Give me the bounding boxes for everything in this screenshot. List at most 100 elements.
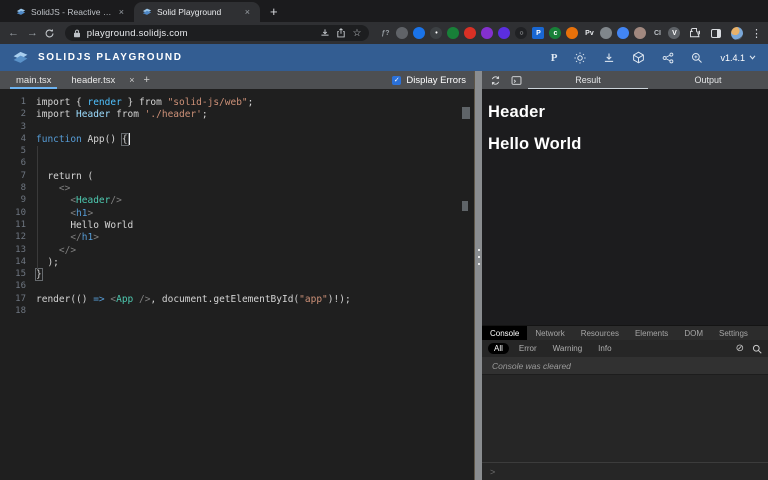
console-filterbar: All Error WarningInfo ⊘ (482, 340, 768, 357)
extension-icon[interactable] (413, 27, 425, 39)
code-line: 8 <> (0, 183, 474, 195)
tab-result[interactable]: Result (528, 71, 648, 89)
code-line: 4function App() { (0, 134, 474, 146)
new-tab-button[interactable]: + (270, 4, 278, 19)
console-tab-elements[interactable]: Elements (627, 326, 676, 340)
extension-icon[interactable] (634, 27, 646, 39)
console-tab-dom[interactable]: DOM (676, 326, 711, 340)
console-filter-warning[interactable]: Warning (547, 343, 589, 354)
extension-icon[interactable] (481, 27, 493, 39)
rendered-heading: Hello World (488, 122, 768, 154)
code-line: 14 ); (0, 257, 474, 269)
extension-icon[interactable]: • (430, 27, 442, 39)
line-number: 18 (0, 306, 26, 318)
line-number: 16 (0, 281, 26, 293)
version-selector[interactable]: v1.4.1 (720, 53, 756, 63)
line-number: 13 (0, 245, 26, 257)
console-input[interactable]: > (482, 462, 768, 480)
install-app-icon[interactable] (320, 28, 330, 38)
display-errors-toggle[interactable]: ✓ Display Errors (392, 75, 474, 86)
console-filter-error[interactable]: Error (513, 343, 543, 354)
close-icon[interactable]: × (117, 7, 126, 18)
code-line: 16 (0, 281, 474, 293)
code-line: 3 (0, 122, 474, 134)
download-icon[interactable] (603, 52, 615, 64)
code-line: 11 Hello World (0, 220, 474, 232)
share-icon[interactable] (662, 52, 674, 64)
browser-tab-solidjs-site[interactable]: SolidJS - Reactive Javascript Li × (8, 2, 134, 22)
extension-icon[interactable] (396, 27, 408, 39)
code-line: 7 return ( (0, 171, 474, 183)
address-bar[interactable]: playground.solidjs.com ☆ (65, 25, 370, 41)
export-sandbox-icon[interactable] (632, 51, 645, 64)
line-number: 2 (0, 109, 26, 121)
code-line: 17render(() => <App />, document.getElem… (0, 294, 474, 306)
fn-extension-icon[interactable]: ƒ? (379, 27, 391, 39)
code-editor[interactable]: 1import { render } from "solid-js/web";2… (0, 89, 474, 480)
close-icon[interactable]: × (243, 7, 252, 18)
tab-title: SolidJS - Reactive Javascript Li (31, 7, 112, 17)
brand-text: SOLIDJS PLAYGROUND (38, 52, 183, 63)
tab-header-tsx[interactable]: header.tsx (61, 71, 125, 89)
block-clear-icon[interactable]: ⊘ (736, 343, 744, 354)
line-number: 9 (0, 195, 26, 207)
console-tab-resources[interactable]: Resources (573, 326, 627, 340)
console-tab-console[interactable]: Console (482, 326, 527, 340)
code-line: 15} (0, 269, 474, 281)
zoom-icon[interactable] (691, 52, 703, 64)
close-file-icon[interactable]: × (125, 75, 138, 85)
lock-icon (73, 29, 81, 38)
extension-icon[interactable]: ○ (515, 27, 527, 39)
console-tab-settings[interactable]: Settings (711, 326, 756, 340)
checkbox-checked-icon[interactable]: ✓ (392, 76, 401, 85)
extension-icon[interactable] (600, 27, 612, 39)
grip-dot (478, 263, 480, 265)
reload-icon[interactable] (44, 28, 59, 39)
avatar[interactable] (731, 27, 743, 40)
console-tab-network[interactable]: Network (527, 326, 572, 340)
side-panel-icon[interactable] (711, 29, 720, 38)
panel-resize-handle[interactable] (474, 71, 482, 480)
console-empty-area (482, 375, 768, 462)
url-text: playground.solidjs.com (87, 28, 315, 39)
search-icon[interactable] (752, 344, 762, 354)
extension-icon[interactable] (617, 27, 629, 39)
extension-icon[interactable] (566, 27, 578, 39)
forward-icon[interactable]: → (25, 27, 40, 39)
overview-ruler-mark (462, 107, 470, 119)
extension-icon[interactable] (498, 27, 510, 39)
tab-title: Solid Playground (157, 7, 238, 17)
ci-extension-icon[interactable]: CI (651, 27, 663, 39)
console-prompt: > (490, 467, 495, 477)
pv-extension-icon[interactable]: Pv (583, 27, 595, 39)
header-actions: P v1.4.1 (551, 51, 756, 64)
line-number: 7 (0, 171, 26, 183)
console-filter-info[interactable]: Info (592, 343, 617, 354)
editor-panel: main.tsx header.tsx × + ✓ Display Errors… (0, 71, 474, 480)
extension-icon[interactable]: V (668, 27, 680, 39)
line-number: 5 (0, 146, 26, 158)
extension-icon[interactable] (464, 27, 476, 39)
page: SolidJS - Reactive Javascript Li × Solid… (0, 0, 768, 480)
browser-menu-icon[interactable]: ⋮ (751, 27, 762, 40)
extensions-puzzle-icon[interactable] (689, 27, 701, 39)
theme-toggle-icon[interactable] (574, 52, 586, 64)
extension-icon[interactable]: P (532, 27, 544, 39)
format-code-icon[interactable]: P (551, 52, 558, 64)
tab-output[interactable]: Output (648, 71, 768, 89)
refresh-preview-icon[interactable] (490, 75, 501, 86)
extension-icon[interactable] (447, 27, 459, 39)
extension-icon[interactable]: c (549, 27, 561, 39)
add-file-icon[interactable]: + (138, 74, 154, 86)
preview-topbar: Result Output (482, 71, 768, 89)
line-number: 11 (0, 220, 26, 232)
browser-tab-playground[interactable]: Solid Playground × (134, 2, 260, 22)
rendered-heading: Header (488, 89, 768, 122)
bookmark-star-icon[interactable]: ☆ (352, 28, 361, 39)
console-filter-all[interactable]: All (488, 343, 509, 354)
preview-icons (482, 71, 528, 89)
share-page-icon[interactable] (336, 28, 346, 38)
tab-main-tsx[interactable]: main.tsx (6, 71, 61, 89)
back-icon[interactable]: ← (6, 27, 21, 39)
devtools-icon[interactable] (511, 75, 522, 86)
